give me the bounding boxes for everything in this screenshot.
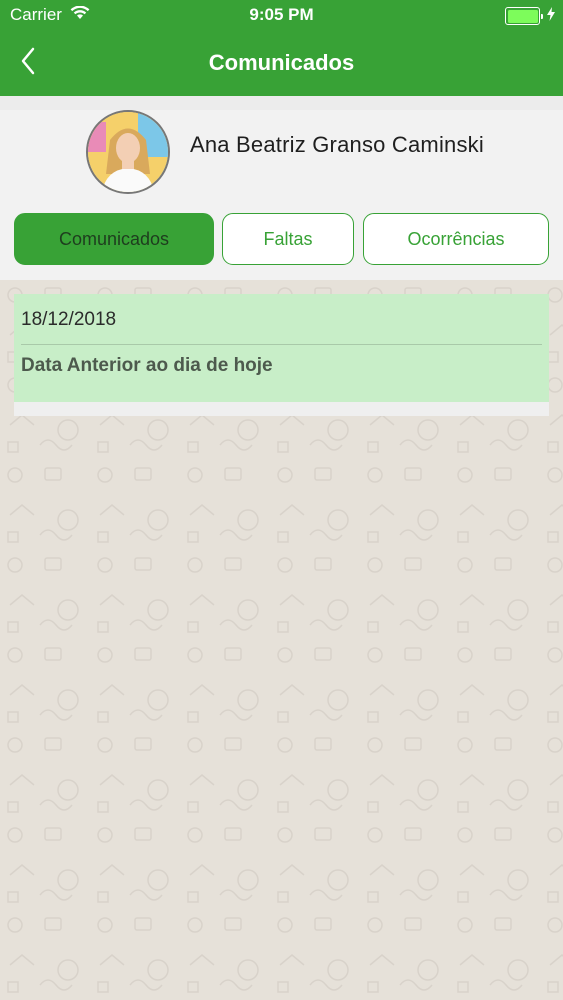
app-header: Carrier 9:05 PM Comunicados [0,0,563,96]
message-divider [21,344,542,345]
messages-area: 18/12/2018 Data Anterior ao dia de hoje [0,280,563,1000]
avatar [86,110,170,194]
charging-bolt-icon [547,6,555,26]
tab-ocorrencias[interactable]: Ocorrências [363,213,549,265]
message-text: Data Anterior ao dia de hoje [21,355,273,376]
battery-charging-icon [505,6,555,26]
navigation-bar: Comunicados [0,40,563,88]
page-title: Comunicados [208,50,355,75]
message-card[interactable]: 18/12/2018 Data Anterior ao dia de hoje [14,294,549,402]
student-name: Ana Beatriz Granso Caminski [190,132,484,157]
message-card-footer [14,402,549,416]
tab-faltas[interactable]: Faltas [222,213,354,265]
tab-comunicados[interactable]: Comunicados [14,213,214,265]
message-date: 18/12/2018 [21,309,117,330]
status-bar: Carrier 9:05 PM [0,0,563,30]
student-profile: Ana Beatriz Granso Caminski Comunicados … [0,96,563,280]
status-time: 9:05 PM [249,5,314,24]
